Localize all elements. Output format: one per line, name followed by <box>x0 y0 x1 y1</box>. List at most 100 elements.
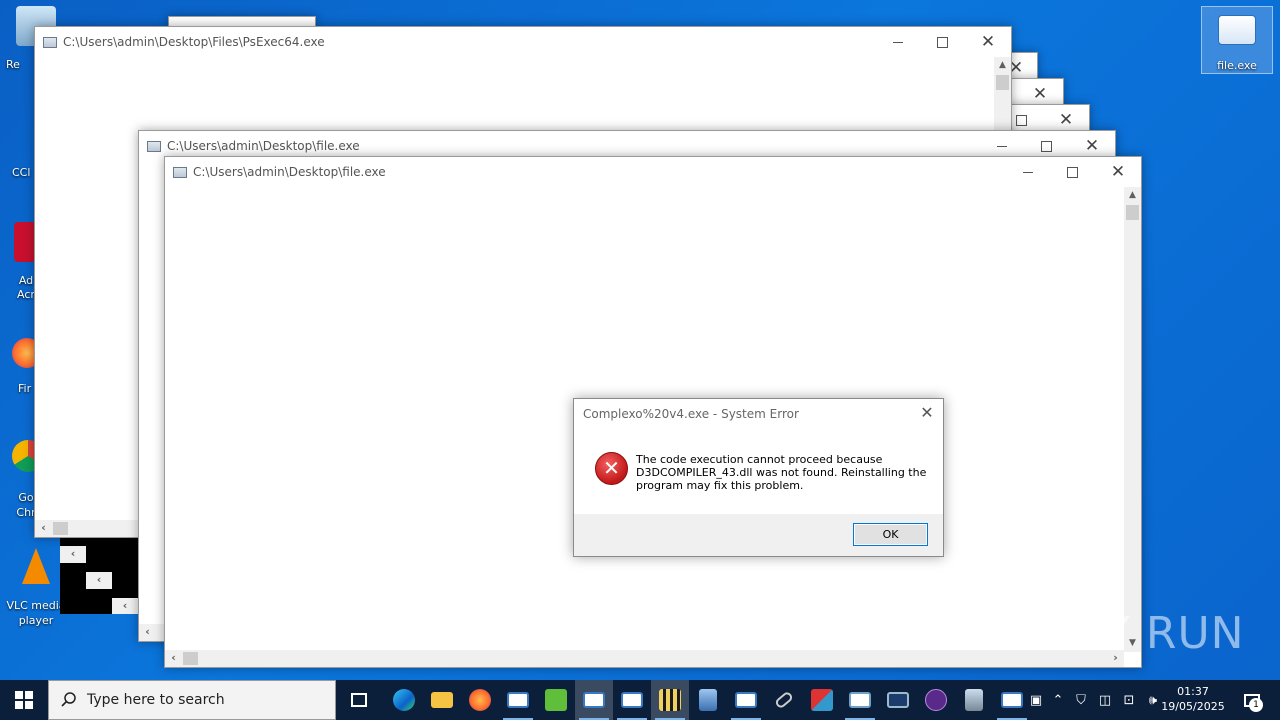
scroll-left-arrow[interactable]: ‹ <box>165 650 182 667</box>
window-title: C:\Users\admin\Desktop\file.exe <box>193 165 386 179</box>
package-icon <box>811 689 833 711</box>
close-icon[interactable]: ✕ <box>917 403 937 423</box>
console-app-icon <box>43 37 57 48</box>
anyrun-watermark: ANY RUN <box>1038 608 1245 659</box>
window-title: C:\Users\admin\Desktop\file.exe <box>167 139 360 153</box>
scroll-thumb[interactable] <box>996 75 1009 90</box>
console-fragment: ‹ ‹ ‹ <box>60 538 138 614</box>
console-app-icon <box>147 141 161 152</box>
console-window-icon <box>1001 692 1023 708</box>
console-app-icon <box>173 167 187 178</box>
tray-app-icon[interactable]: ▣ <box>1025 693 1047 708</box>
search-icon <box>61 692 76 707</box>
taskbar-console-window[interactable] <box>613 680 651 720</box>
windows-logo-icon <box>15 691 33 709</box>
taskbar-clock[interactable]: 01:37 19/05/2025 <box>1158 684 1228 714</box>
shield-icon[interactable]: ⛉ <box>1069 693 1093 708</box>
taskbar-window[interactable] <box>841 680 879 720</box>
dialog-title: Complexo%20v4.exe - System Error <box>583 407 799 421</box>
dialog-footer: OK <box>574 514 943 556</box>
search-placeholder: Type here to search <box>87 692 225 708</box>
desktop-icon-label: file.exe <box>1217 59 1257 72</box>
taskbar-search-box[interactable]: Type here to search <box>48 680 336 720</box>
scroll-up-arrow[interactable]: ▲ <box>994 57 1011 74</box>
tray-device-icon[interactable]: ◫ <box>1093 693 1117 708</box>
dialog-message: The code execution cannot proceed becaus… <box>636 453 927 492</box>
taskbar-console-window[interactable] <box>727 680 765 720</box>
titlebar[interactable]: C:\Users\admin\Desktop\file.exe ✕ <box>165 157 1141 187</box>
bh-app-icon <box>545 689 567 711</box>
horizontal-scrollbar[interactable]: ‹ <box>35 520 139 537</box>
network-icon[interactable]: ⊡ <box>1117 693 1141 708</box>
scroll-thumb[interactable] <box>1126 205 1139 220</box>
console-window-icon <box>507 692 529 708</box>
network-tool-icon <box>699 689 717 711</box>
maximize-icon[interactable] <box>919 27 965 57</box>
scroll-left-arrow[interactable]: ‹ <box>60 546 86 563</box>
horizontal-scrollbar[interactable]: ‹ <box>139 624 165 641</box>
desktop-icon-label: Fir <box>18 382 32 395</box>
link-icon <box>773 690 795 710</box>
tiles-app-icon <box>659 689 681 711</box>
error-icon: ✕ <box>595 452 628 485</box>
task-view-button[interactable] <box>340 680 378 720</box>
start-button[interactable] <box>0 680 48 720</box>
ok-button[interactable]: OK <box>853 523 928 546</box>
minimize-icon[interactable] <box>875 27 921 57</box>
maximize-icon[interactable] <box>1049 157 1095 187</box>
window-title: C:\Users\admin\Desktop\Files\PsExec64.ex… <box>63 35 325 49</box>
taskbar-network-tool[interactable] <box>689 680 727 720</box>
acrobat-icon <box>14 222 36 262</box>
console-window-icon <box>735 692 757 708</box>
scroll-left-arrow[interactable]: ‹ <box>35 520 52 537</box>
chevron-up-icon[interactable]: ⌃ <box>1047 693 1069 708</box>
close-icon[interactable]: ✕ <box>965 27 1011 57</box>
taskbar: Type here to search ▣ ⌃ ⛉ ◫ ⊡ 🕪 01:37 19… <box>0 680 1280 720</box>
scroll-up-arrow[interactable]: ▲ <box>1124 187 1141 204</box>
system-tray: ▣ ⌃ ⛉ ◫ ⊡ 🕪 <box>1025 680 1165 720</box>
vertical-scrollbar[interactable]: ▲ ▼ <box>1124 187 1141 652</box>
edge-icon <box>393 689 415 711</box>
console-window-icon <box>583 692 605 708</box>
firefox-icon <box>469 689 491 711</box>
task-view-icon <box>351 693 367 707</box>
taskbar-link-tool[interactable] <box>765 680 803 720</box>
horizontal-scrollbar[interactable]: ‹ › <box>165 650 1124 667</box>
window-icon <box>849 692 871 708</box>
console-window-icon <box>621 692 643 708</box>
monitor-icon <box>887 692 909 708</box>
notification-center-button[interactable]: 1 <box>1232 680 1272 720</box>
minimize-icon[interactable] <box>1005 157 1051 187</box>
scroll-left-arrow[interactable]: ‹ <box>86 572 112 589</box>
system-error-dialog[interactable]: Complexo%20v4.exe - System Error ✕ ✕ The… <box>573 398 944 557</box>
taskbar-installer[interactable] <box>955 680 993 720</box>
installer-icon <box>965 689 983 711</box>
taskbar-firefox[interactable] <box>461 680 499 720</box>
scroll-left-arrow[interactable]: ‹ <box>112 598 138 614</box>
clock-date: 19/05/2025 <box>1161 700 1225 713</box>
desktop-icon-label: VLC media player <box>6 599 66 627</box>
taskbar-console-window[interactable] <box>575 680 613 720</box>
desktop-icon-label: Re <box>6 58 20 71</box>
vertical-scrollbar[interactable]: ▲ <box>994 57 1011 137</box>
taskbar-app-bh[interactable] <box>537 680 575 720</box>
taskbar-file-explorer[interactable] <box>423 680 461 720</box>
scroll-thumb[interactable] <box>183 652 198 665</box>
purple-app-icon <box>925 689 947 711</box>
taskbar-console-window[interactable] <box>499 680 537 720</box>
taskbar-purple-app[interactable] <box>917 680 955 720</box>
taskbar-package-tool[interactable] <box>803 680 841 720</box>
close-icon[interactable]: ✕ <box>1095 157 1141 187</box>
vlc-icon <box>22 548 50 584</box>
titlebar[interactable]: C:\Users\admin\Desktop\Files\PsExec64.ex… <box>35 27 1011 57</box>
exe-file-icon <box>1218 15 1256 45</box>
taskbar-monitor-tool[interactable] <box>879 680 917 720</box>
taskbar-app-tiles[interactable] <box>651 680 689 720</box>
scroll-thumb[interactable] <box>53 522 68 535</box>
desktop-icon-label: CCl <box>12 166 31 179</box>
clock-time: 01:37 <box>1177 685 1209 698</box>
taskbar-edge[interactable] <box>385 680 423 720</box>
desktop-icon-file-exe[interactable]: file.exe <box>1201 6 1273 74</box>
scroll-left-arrow[interactable]: ‹ <box>139 624 156 641</box>
notification-count: 1 <box>1249 698 1263 712</box>
